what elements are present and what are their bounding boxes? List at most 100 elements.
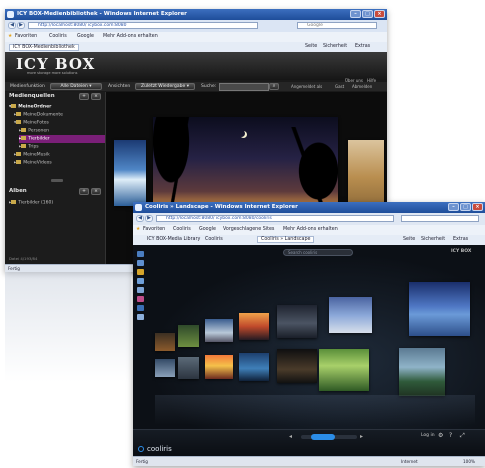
folder-icon bbox=[21, 144, 27, 148]
tab-icybox[interactable]: ICY BOX-Medienbibliothek bbox=[9, 44, 79, 51]
back-button[interactable]: ◀ bbox=[136, 215, 144, 222]
maximize-button[interactable]: □ bbox=[362, 10, 373, 18]
favorites-star-icon[interactable]: ★ bbox=[8, 34, 12, 39]
window-title: ICY BOX-Medienbibliothek - Windows Inter… bbox=[17, 11, 187, 17]
login-user: Gast bbox=[335, 84, 345, 89]
cooliris-search-box[interactable]: Search cooliris bbox=[283, 249, 353, 256]
tree-label: Tierbilder bbox=[28, 136, 50, 142]
scroll-right-arrow[interactable]: ▸ bbox=[360, 433, 363, 440]
address-input[interactable]: http://localhost:8080/ icybox.com:8080/c… bbox=[156, 215, 394, 222]
home-icon[interactable] bbox=[137, 251, 144, 257]
minimize-button[interactable]: – bbox=[448, 203, 459, 211]
photo-tile-6[interactable] bbox=[329, 297, 372, 333]
folder-icon bbox=[16, 120, 22, 124]
photo-tile-10[interactable] bbox=[205, 355, 233, 379]
favorites-item-cooliris[interactable]: Cooliris bbox=[173, 227, 191, 232]
photo-tile-1[interactable] bbox=[155, 333, 175, 351]
album-label: Tierbilder (160) bbox=[18, 200, 54, 206]
photo-tile-9[interactable] bbox=[178, 357, 199, 379]
toolbar-page-menu[interactable]: Seite bbox=[305, 44, 317, 49]
sources-add-button[interactable]: + bbox=[79, 93, 89, 100]
albums-heading: Alben bbox=[9, 188, 27, 194]
minimize-button[interactable]: – bbox=[350, 10, 361, 18]
close-button[interactable]: × bbox=[374, 10, 385, 18]
favorites-item-google[interactable]: Google bbox=[199, 227, 216, 232]
photo-tile-4[interactable] bbox=[239, 313, 269, 340]
search-go-button[interactable]: ⌕ bbox=[269, 83, 279, 90]
cooliris-brand: ICY BOX bbox=[451, 249, 472, 254]
toolbar-tools-menu[interactable]: Extras bbox=[355, 44, 370, 49]
logout-link[interactable]: Abmelden bbox=[352, 84, 372, 89]
forward-button[interactable]: ▶ bbox=[17, 22, 25, 29]
toolbar-safety-menu[interactable]: Sicherheit bbox=[323, 44, 347, 49]
login-link[interactable]: Log in bbox=[421, 433, 435, 438]
tree-item-animal-pictures[interactable]: ▸ Tierbilder bbox=[19, 136, 50, 142]
favorites-item-addons[interactable]: Mehr Add-ons erhalten bbox=[103, 34, 158, 39]
photo-tile-11[interactable] bbox=[239, 353, 269, 381]
photo-tile-12[interactable] bbox=[277, 349, 317, 383]
address-input[interactable]: http://localhost:8080/ icybox.com:8080 bbox=[28, 22, 258, 29]
close-button[interactable]: × bbox=[472, 203, 483, 211]
photos-icon[interactable] bbox=[137, 260, 144, 266]
settings-icon[interactable]: ⚙ bbox=[438, 432, 443, 439]
folder-icon bbox=[11, 104, 17, 108]
photo-tile-3[interactable] bbox=[205, 319, 233, 342]
photo-iceberg[interactable] bbox=[114, 140, 146, 206]
tab-icybox-media[interactable]: ICY BOX-Media Library bbox=[147, 237, 200, 242]
scroll-left-arrow[interactable]: ◂ bbox=[289, 433, 292, 440]
photo-tile-8[interactable] bbox=[155, 359, 175, 377]
monitor-icon[interactable] bbox=[137, 287, 144, 293]
forward-button[interactable]: ▶ bbox=[145, 215, 153, 222]
scroll-thumb[interactable] bbox=[311, 434, 335, 440]
tree-item-music[interactable]: ▸ MeineMusik bbox=[14, 152, 50, 158]
video-icon[interactable] bbox=[137, 305, 144, 311]
gallery-icon[interactable] bbox=[137, 314, 144, 320]
photo-tile-5[interactable] bbox=[277, 305, 317, 338]
help-icon[interactable]: ? bbox=[449, 432, 452, 439]
photo-tile-2[interactable] bbox=[178, 325, 199, 347]
folder-icon bbox=[16, 112, 22, 116]
media-search-input[interactable] bbox=[219, 83, 269, 91]
favorites-label[interactable]: Favoriten bbox=[143, 227, 165, 232]
photo-tile-7[interactable] bbox=[409, 282, 470, 336]
tree-item-documents[interactable]: ▸ MeineDokumente bbox=[14, 112, 63, 118]
all-files-dropdown[interactable]: Alle Dateien ▾ bbox=[50, 83, 102, 90]
photo-tile-14[interactable] bbox=[399, 348, 445, 396]
favorites-item-addons[interactable]: Mehr Add-ons erhalten bbox=[283, 227, 338, 232]
tree-item-persons[interactable]: ▸ Personen bbox=[19, 128, 49, 134]
toolbar-tools-menu[interactable]: Extras bbox=[453, 237, 468, 242]
search-input[interactable]: Google bbox=[297, 22, 377, 29]
tree-item-trips[interactable]: ▸ Trips bbox=[19, 144, 39, 150]
tree-item-videos[interactable]: ▸ MeineVideos bbox=[14, 160, 52, 166]
tree-item-photos[interactable]: ▾ MeineFotos bbox=[14, 120, 49, 126]
back-button[interactable]: ◀ bbox=[8, 22, 16, 29]
recent-dropdown[interactable]: Zuletzt Wiedergabe ▾ bbox=[135, 83, 195, 90]
star-icon[interactable] bbox=[137, 269, 144, 275]
tab-cooliris-landscape[interactable]: Cooliris » Landscape bbox=[257, 236, 315, 243]
fullscreen-icon[interactable]: ⤢ bbox=[460, 432, 465, 440]
flickr-icon[interactable] bbox=[137, 296, 144, 302]
album-item[interactable]: ▸ Tierbilder (160) bbox=[9, 200, 53, 206]
favorites-label[interactable]: Favoriten bbox=[15, 34, 37, 39]
status-text: Fertig bbox=[8, 266, 20, 271]
sources-remove-button[interactable]: × bbox=[91, 93, 101, 100]
favorites-star-icon[interactable]: ★ bbox=[136, 227, 140, 232]
share-icon[interactable] bbox=[137, 278, 144, 284]
photo-tile-13[interactable] bbox=[319, 349, 369, 391]
window-title-bar: Cooliris » Landscape - Windows Internet … bbox=[133, 202, 485, 213]
tree-item-myfolders[interactable]: ▾ MeineOrdner bbox=[9, 104, 51, 110]
favorites-item-cooliris[interactable]: Cooliris bbox=[49, 34, 67, 39]
status-zoom[interactable]: 100% bbox=[463, 459, 475, 464]
photo-desert[interactable] bbox=[348, 140, 384, 208]
all-files-label: Alle Dateien bbox=[60, 84, 88, 89]
toolbar-page-menu[interactable]: Seite bbox=[403, 237, 415, 242]
sidebar-scrollbar[interactable] bbox=[51, 179, 63, 182]
tab-cooliris[interactable]: Cooliris bbox=[205, 237, 223, 242]
search-input[interactable] bbox=[401, 215, 479, 222]
favorites-item-suggested[interactable]: Vorgeschlagene Sites bbox=[223, 227, 274, 232]
favorites-item-google[interactable]: Google bbox=[77, 34, 94, 39]
toolbar-safety-menu[interactable]: Sicherheit bbox=[421, 237, 445, 242]
albums-remove-button[interactable]: × bbox=[91, 188, 101, 195]
maximize-button[interactable]: □ bbox=[460, 203, 471, 211]
albums-add-button[interactable]: + bbox=[79, 188, 89, 195]
